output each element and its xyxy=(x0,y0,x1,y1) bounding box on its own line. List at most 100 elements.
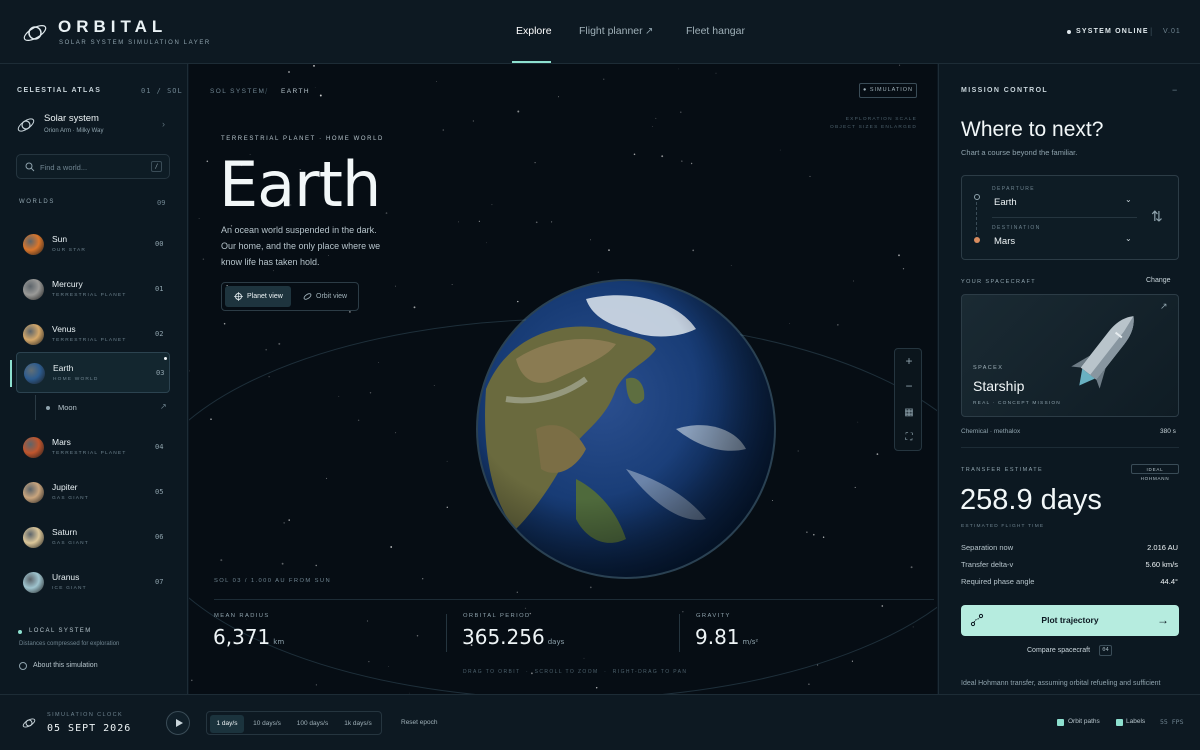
world-item-saturn[interactable]: Saturn GAS GIANT 06 xyxy=(16,517,170,558)
brand-name: ORBITAL xyxy=(58,17,168,36)
compare-spacecraft-link[interactable]: Compare spacecraft xyxy=(1027,647,1090,654)
rocket-icon xyxy=(1071,316,1134,389)
system-name[interactable]: Solar system xyxy=(44,113,99,124)
world-name: Uranus xyxy=(52,572,80,582)
trajectory-icon xyxy=(970,613,984,627)
collapse-icon[interactable]: − xyxy=(1172,85,1177,95)
tab-explore[interactable]: Explore xyxy=(516,25,552,37)
interaction-hints: DRAG TO ORBIT · SCROLL TO ZOOM · RIGHT-D… xyxy=(463,669,688,675)
brand-subtitle: SOLAR SYSTEM SIMULATION LAYER xyxy=(59,40,211,46)
transfer-footnote: Ideal Hohmann transfer, assuming orbital… xyxy=(961,680,1161,687)
system-status: SYSTEM ONLINE xyxy=(1076,28,1149,35)
planet-thumbnail xyxy=(23,482,44,503)
chevron-down-icon[interactable]: ⌄ xyxy=(1125,234,1132,243)
reset-epoch-button[interactable]: Reset epoch xyxy=(401,719,438,726)
local-system-dot-icon xyxy=(18,630,22,634)
local-system-label: LOCAL SYSTEM xyxy=(29,628,92,634)
spacecraft-card[interactable]: ↗ SPACEX Starship REAL · CONCEPT MISSION xyxy=(961,294,1179,417)
spacecraft-maker: SPACEX xyxy=(973,365,1004,371)
worlds-count: 09 xyxy=(157,199,166,207)
stat-radius: 6,371 km xyxy=(213,625,284,649)
divider: | xyxy=(1150,26,1153,36)
world-type: OUR STAR xyxy=(52,248,87,253)
route-selector: DEPARTURE Earth ⌄ DESTINATION Mars ⌄ ⇅ xyxy=(961,175,1179,260)
world-type: GAS GIANT xyxy=(52,541,89,546)
world-item-mercury[interactable]: Mercury TERRESTRIAL PLANET 01 xyxy=(16,269,170,310)
change-spacecraft-link[interactable]: Change xyxy=(1146,277,1171,284)
version-label: V.01 xyxy=(1163,28,1181,35)
planet-viewport[interactable]: SOL SYSTEM / EARTH ● SIMULATION EXPLORAT… xyxy=(189,64,937,694)
plot-trajectory-button[interactable]: Plot trajectory → xyxy=(961,605,1179,636)
stat-period-value: 365.256 xyxy=(462,625,545,649)
orbit-view-button[interactable]: Orbit view xyxy=(294,286,356,307)
divider xyxy=(961,447,1179,448)
stat-gravity-value: 9.81 xyxy=(695,625,740,649)
planet-description: An ocean world suspended in the dark. Ou… xyxy=(221,225,381,267)
zoom-in-button[interactable]: + xyxy=(895,349,923,373)
metric-key: Separation now xyxy=(961,543,1014,552)
world-item-sun[interactable]: Sun OUR STAR 00 xyxy=(16,224,170,265)
scale-note: EXPLORATION SCALE OBJECT SIZES ENLARGED xyxy=(829,116,917,132)
world-name: Mercury xyxy=(52,279,83,289)
tab-flight-planner[interactable]: Flight planner xyxy=(579,25,643,37)
metric-key: Required phase angle xyxy=(961,577,1035,586)
swap-icon[interactable]: ⇅ xyxy=(1151,208,1163,225)
destination-select[interactable]: Mars xyxy=(994,236,1015,247)
orbit-paths-label: Orbit paths xyxy=(1068,718,1100,725)
play-button[interactable] xyxy=(166,711,190,735)
world-item-mars[interactable]: Mars TERRESTRIAL PLANET 04 xyxy=(16,427,170,468)
metric-value: 5.60 km/s xyxy=(1145,560,1178,569)
transfer-estimate-label: TRANSFER ESTIMATE xyxy=(961,467,1044,473)
view-toggle: Planet view Orbit view xyxy=(221,282,359,311)
speed-1k-days[interactable]: 1k days/s xyxy=(338,715,378,733)
arrow-right-icon: → xyxy=(1157,613,1169,627)
world-type: TERRESTRIAL PLANET xyxy=(52,293,127,298)
speed-10-days[interactable]: 10 days/s xyxy=(247,715,287,733)
chevron-down-icon[interactable]: ⌄ xyxy=(1125,195,1132,204)
fullscreen-icon[interactable]: ⛶ xyxy=(895,426,923,450)
top-bar: ORBITAL SOLAR SYSTEM SIMULATION LAYER Ex… xyxy=(0,0,1200,64)
external-arrow-icon[interactable]: ↗ xyxy=(160,402,167,411)
planet-thumbnail xyxy=(23,234,44,255)
active-tab-indicator xyxy=(512,61,551,63)
speed-100-days[interactable]: 100 days/s xyxy=(290,715,335,733)
info-icon xyxy=(19,662,27,670)
world-item-venus[interactable]: Venus TERRESTRIAL PLANET 02 xyxy=(16,314,170,355)
world-type: GAS GIANT xyxy=(52,496,89,501)
orbit-paths-checkbox[interactable] xyxy=(1057,719,1064,726)
chevron-right-icon[interactable]: › xyxy=(162,119,165,129)
search-box[interactable]: / xyxy=(16,154,170,179)
zoom-out-button[interactable]: − xyxy=(895,374,923,398)
earth-globe[interactable] xyxy=(476,279,776,579)
destination-label: DESTINATION xyxy=(992,225,1041,231)
search-input[interactable] xyxy=(40,159,140,175)
breadcrumb-system[interactable]: SOL SYSTEM xyxy=(210,88,265,95)
world-type: TERRESTRIAL PLANET xyxy=(52,451,127,456)
orbit-view-label: Orbit view xyxy=(316,293,348,300)
panel-title: CELESTIAL ATLAS xyxy=(17,87,102,94)
breadcrumb-current: EARTH xyxy=(281,88,310,95)
world-name: Sun xyxy=(52,234,68,244)
solar-system-icon xyxy=(17,118,35,132)
world-item-earth[interactable]: Earth HOME WORLD 03 xyxy=(16,352,170,393)
world-item-jupiter[interactable]: Jupiter GAS GIANT 05 xyxy=(16,472,170,513)
labels-checkbox[interactable] xyxy=(1116,719,1123,726)
world-item-uranus[interactable]: Uranus ICE GIANT 07 xyxy=(16,562,170,603)
about-link[interactable]: About this simulation xyxy=(33,662,98,669)
celestial-atlas-panel: CELESTIAL ATLAS 01 / SOL Solar system Or… xyxy=(0,64,188,694)
speed-1-day[interactable]: 1 day/s xyxy=(210,715,244,733)
zoom-controls: + − ▦ ⛶ xyxy=(894,348,922,451)
tab-fleet-hangar[interactable]: Fleet hangar xyxy=(686,25,745,37)
stat-label-radius: MEAN RADIUS xyxy=(214,613,270,619)
world-name: Mars xyxy=(52,437,71,447)
grid-icon[interactable]: ▦ xyxy=(895,401,923,425)
stat-radius-value: 6,371 xyxy=(213,625,271,649)
planet-view-button[interactable]: Planet view xyxy=(225,286,291,307)
expand-arrow-icon[interactable]: ↗ xyxy=(1160,301,1168,312)
world-index: 02 xyxy=(155,330,164,338)
world-index: 07 xyxy=(155,578,164,586)
simulation-bar: SIMULATION CLOCK 05 SEPT 2026 1 day/s 10… xyxy=(0,694,1200,750)
moon-item[interactable]: Moon xyxy=(58,403,77,412)
departure-select[interactable]: Earth xyxy=(994,197,1017,208)
mission-heading: Where to next? xyxy=(961,118,1104,141)
